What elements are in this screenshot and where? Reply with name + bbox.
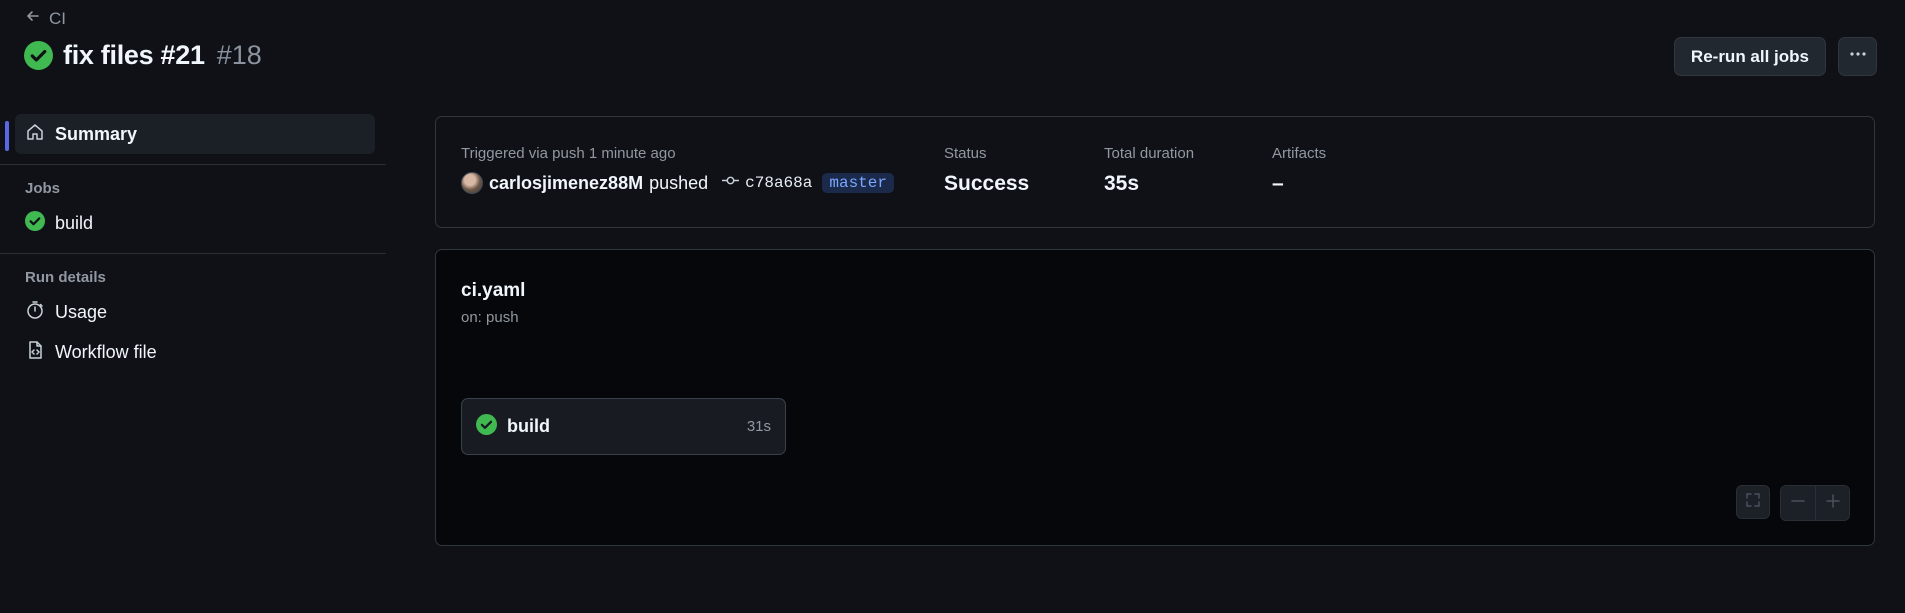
workflow-name: ci.yaml bbox=[461, 280, 526, 301]
workflow-graph: ci.yaml on: push build 31s bbox=[435, 249, 1875, 546]
job-name: build bbox=[507, 416, 550, 436]
run-summary-card: Triggered via push 1 minute ago carlosji… bbox=[435, 116, 1875, 228]
minus-icon bbox=[1790, 493, 1806, 514]
run-details-section-heading: Run details bbox=[25, 269, 106, 286]
branch-label[interactable]: master bbox=[822, 173, 894, 193]
artifacts-label: Artifacts bbox=[1272, 145, 1327, 162]
push-details: carlosjimenez88M pushed c78a68a master bbox=[461, 172, 894, 194]
workflow-run-page: CI fix files #21 #18 Re-run all jobs Sum… bbox=[0, 0, 1905, 613]
trigger-text: Triggered via push 1 minute ago bbox=[461, 145, 676, 162]
stopwatch-icon bbox=[25, 300, 45, 325]
file-code-icon bbox=[25, 340, 45, 365]
sidebar-divider bbox=[0, 164, 386, 165]
sidebar-item-workflow-file[interactable]: Workflow file bbox=[15, 332, 375, 372]
sidebar-divider bbox=[0, 253, 386, 254]
arrow-left-icon bbox=[25, 8, 41, 29]
home-icon bbox=[25, 122, 45, 147]
zoom-out-button[interactable] bbox=[1781, 486, 1815, 520]
zoom-controls bbox=[1736, 485, 1850, 521]
sidebar-item-job-build[interactable]: build bbox=[15, 203, 375, 243]
sidebar-item-label: Workflow file bbox=[55, 341, 157, 362]
check-circle-icon bbox=[476, 413, 497, 440]
kebab-horizontal-icon bbox=[1849, 45, 1867, 68]
jobs-section-heading: Jobs bbox=[25, 180, 61, 197]
sidebar-item-label: Usage bbox=[55, 301, 108, 322]
trigger-info: Triggered via push 1 minute ago carlosji… bbox=[461, 145, 894, 194]
duration-info: Total duration 35s bbox=[1104, 145, 1194, 196]
avatar[interactable] bbox=[461, 172, 483, 194]
sidebar-item-summary[interactable]: Summary bbox=[15, 114, 375, 154]
header-actions: Re-run all jobs bbox=[1673, 37, 1877, 76]
duration-label: Total duration bbox=[1104, 145, 1195, 162]
zoom-button-group bbox=[1780, 485, 1850, 521]
sidebar-item-label: Summary bbox=[55, 123, 138, 144]
sidebar: Summary Jobs build Run details Usage Wor… bbox=[0, 114, 386, 372]
duration-value: 35s bbox=[1104, 172, 1140, 195]
active-indicator bbox=[5, 121, 9, 151]
check-circle-icon bbox=[24, 41, 53, 70]
artifacts-value: – bbox=[1272, 172, 1284, 195]
status-info: Status Success bbox=[944, 145, 1029, 196]
check-circle-icon bbox=[25, 210, 45, 236]
status-value: Success bbox=[944, 172, 1030, 195]
fullscreen-button[interactable] bbox=[1736, 485, 1770, 519]
plus-icon bbox=[1825, 493, 1841, 514]
page-title: fix files #21 bbox=[63, 40, 205, 70]
workflow-trigger: on: push bbox=[461, 309, 519, 326]
run-title-row: fix files #21 #18 bbox=[24, 40, 262, 71]
sidebar-item-usage[interactable]: Usage bbox=[15, 292, 375, 332]
commit-link[interactable]: c78a68a bbox=[722, 172, 812, 194]
rerun-all-jobs-button[interactable]: Re-run all jobs bbox=[1673, 37, 1826, 76]
sidebar-item-label: build bbox=[55, 212, 94, 233]
run-number: #18 bbox=[216, 40, 262, 70]
zoom-in-button[interactable] bbox=[1815, 486, 1849, 520]
job-duration: 31s bbox=[746, 418, 771, 435]
pushed-text: pushed bbox=[649, 172, 709, 193]
commit-icon bbox=[722, 172, 740, 194]
artifacts-info: Artifacts – bbox=[1272, 145, 1326, 196]
more-options-button[interactable] bbox=[1838, 37, 1877, 76]
back-link-label: CI bbox=[49, 8, 66, 28]
back-link[interactable]: CI bbox=[25, 8, 66, 29]
commit-sha: c78a68a bbox=[745, 174, 813, 192]
user-link[interactable]: carlosjimenez88M bbox=[489, 173, 643, 194]
status-label: Status bbox=[944, 145, 987, 162]
job-node-build[interactable]: build 31s bbox=[461, 398, 786, 455]
fullscreen-icon bbox=[1745, 492, 1761, 513]
